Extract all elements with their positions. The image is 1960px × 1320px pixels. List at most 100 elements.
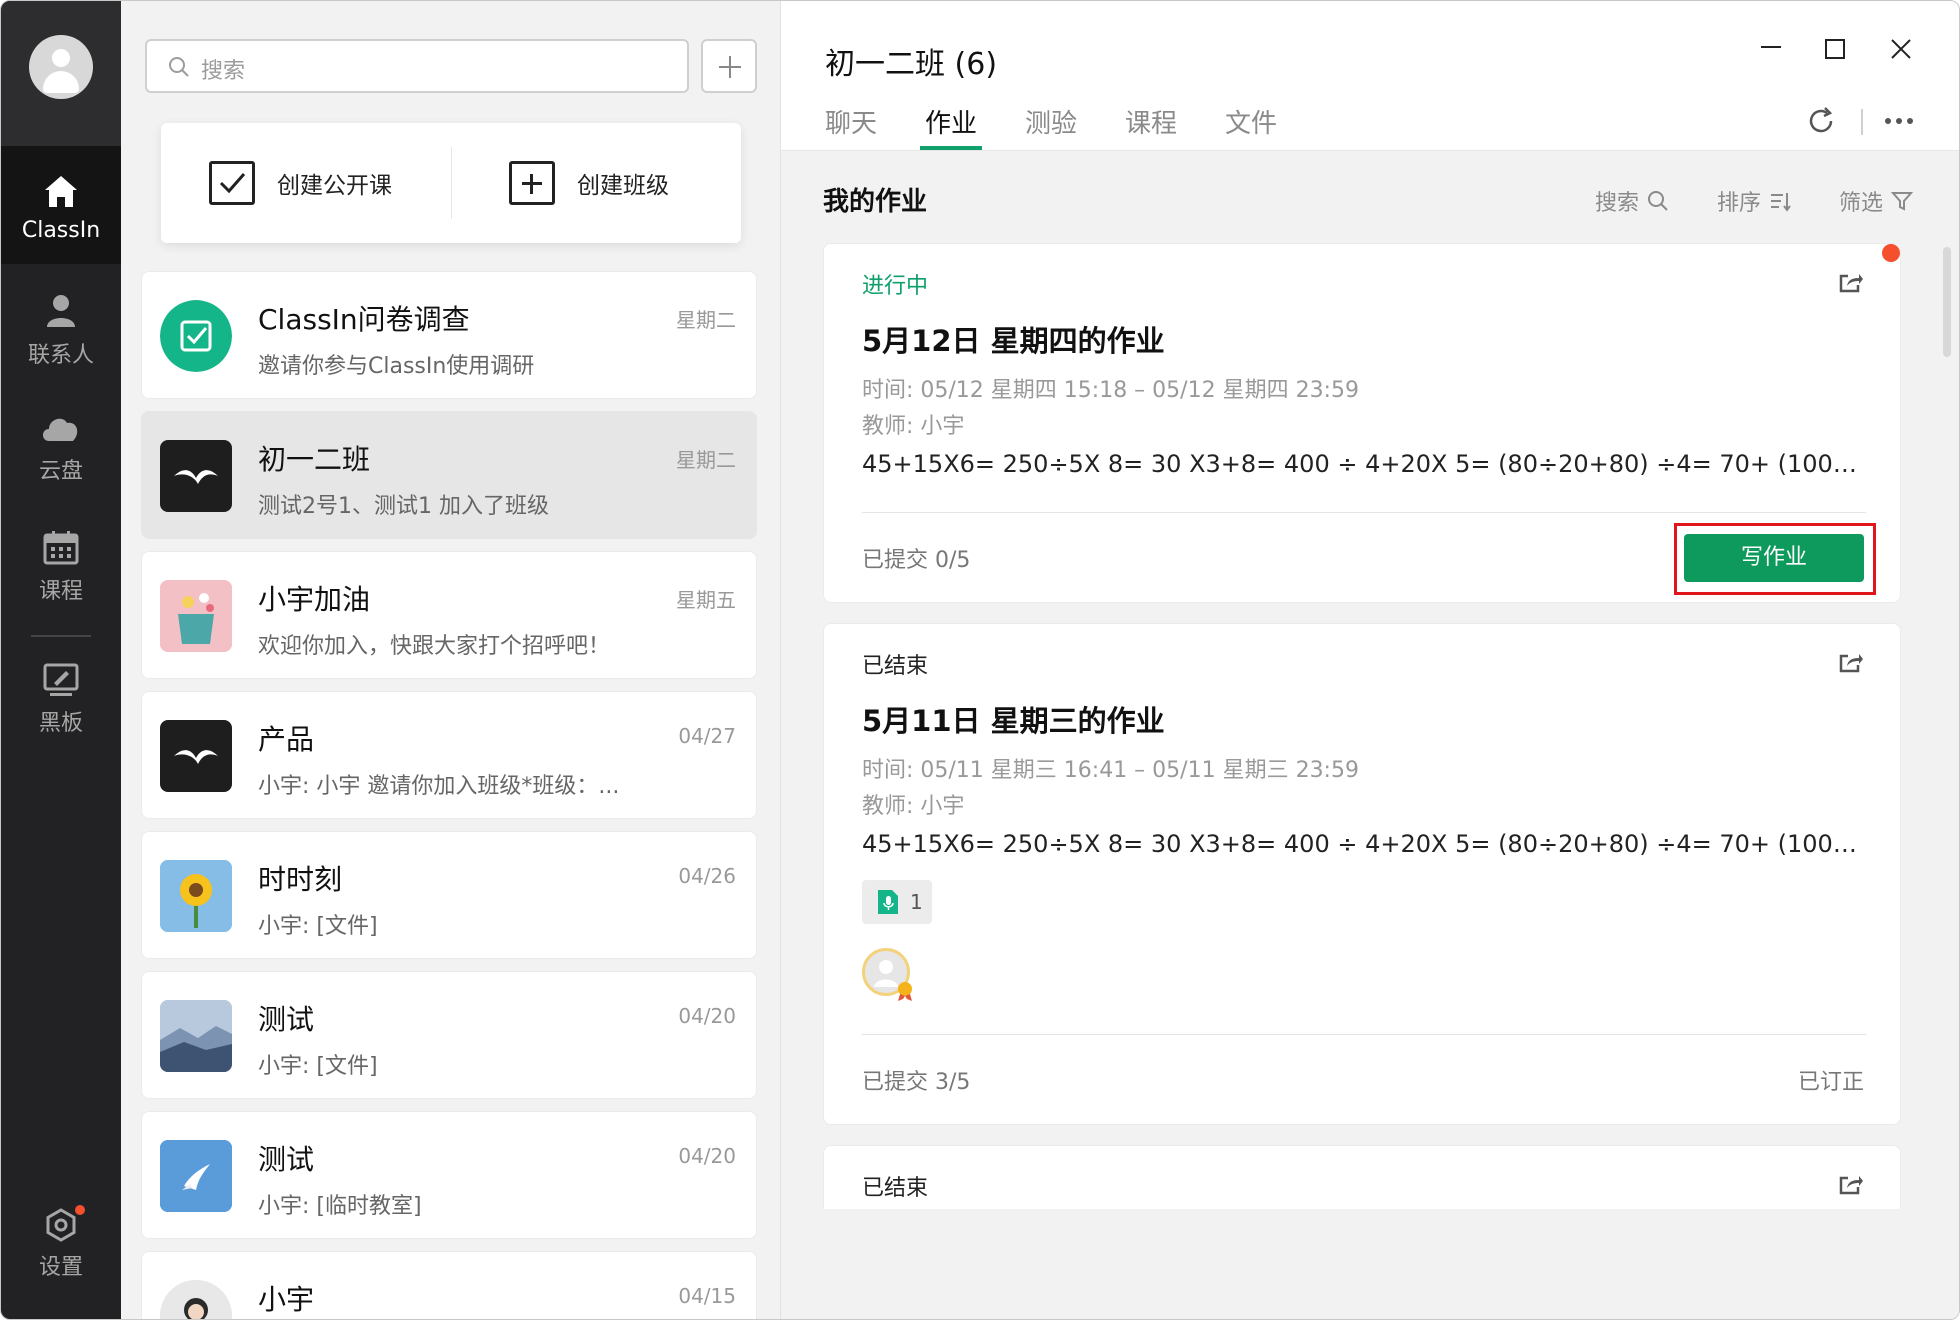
tab-quiz[interactable]: 测验 (1025, 103, 1077, 140)
homework-status: 已结束 (862, 1176, 929, 1201)
list-item[interactable]: 产品 小宇: 小宇 邀请你加入班级*班级：... 04/27 (141, 691, 757, 819)
nav-label-blackboard: 黑板 (38, 711, 83, 736)
homework-teacher: 教师: 小宇 (862, 414, 965, 439)
home-icon (45, 176, 77, 207)
sort-button[interactable]: 排序 (1717, 185, 1791, 217)
conversation-preview: 邀请你参与ClassIn使用调研 (258, 354, 535, 379)
list-item[interactable]: 小宇 04/15 (141, 1251, 757, 1319)
user-avatar[interactable] (29, 35, 93, 99)
nav-label-classin: ClassIn (21, 218, 101, 243)
add-button[interactable] (701, 39, 757, 93)
conversation-title: 测试 (258, 1003, 315, 1036)
homework-content: 45+15X6= 250÷5X 8= 30 X3+8= 400 ÷ 4+20X … (862, 450, 1866, 478)
homework-time: 时间: 05/11 星期三 16:41 – 05/11 星期三 23:59 (862, 758, 1359, 783)
create-class-button[interactable]: 创建班级 (509, 161, 669, 205)
section-title: 我的作业 (823, 187, 928, 217)
homework-search-button[interactable]: 搜索 (1595, 185, 1669, 217)
nav-item-contacts[interactable]: 联系人 (1, 281, 121, 399)
submission-count: 已提交 0/5 (862, 548, 971, 573)
conversation-preview: 小宇: [文件] (258, 914, 378, 939)
close-icon[interactable] (1881, 31, 1921, 71)
blackboard-icon (43, 663, 79, 696)
more-icon[interactable] (1883, 109, 1915, 133)
group-cup-avatar (160, 580, 232, 652)
homework-card[interactable]: 进行中 5月12日 星期四的作业 时间: 05/12 星期四 15:18 – 0… (823, 243, 1901, 603)
homework-title: 5月12日 星期四的作业 (862, 324, 1165, 358)
maximize-icon[interactable] (1815, 31, 1855, 71)
search-input[interactable]: 搜索 (145, 39, 689, 93)
survey-avatar (160, 300, 232, 372)
audio-attachment-chip[interactable]: 1 (862, 880, 932, 924)
share-icon[interactable] (1838, 1172, 1864, 1196)
create-public-course-button[interactable]: 创建公开课 (209, 161, 392, 205)
tab-chat[interactable]: 聊天 (825, 103, 877, 140)
list-item[interactable]: 小宇加油 欢迎你加入，快跟大家打个招呼吧！ 星期五 (141, 551, 757, 679)
tab-files[interactable]: 文件 (1225, 103, 1277, 140)
homework-card[interactable]: 已结束 5月11日 星期三的作业 时间: 05/11 星期三 16:41 – 0… (823, 623, 1901, 1125)
conversation-time: 04/27 (678, 724, 736, 748)
homework-card[interactable]: 已结束 (823, 1145, 1901, 1209)
homework-status: 已结束 (862, 654, 929, 679)
list-item[interactable]: 初一二班 测试2号1、测试1 加入了班级 星期二 (141, 411, 757, 539)
user-photo-avatar (160, 1280, 232, 1319)
conversation-time: 04/26 (678, 864, 736, 888)
conversation-time: 星期二 (676, 448, 736, 472)
create-class-label: 创建班级 (577, 173, 669, 199)
search-placeholder: 搜索 (201, 59, 246, 84)
sort-label: 排序 (1717, 191, 1762, 216)
mountain-avatar (160, 1000, 232, 1072)
cloud-icon (43, 418, 78, 441)
class-detail-pane: 初一二班 (6) 聊天 作业 测验 课程 文件 我的作业 搜索 排序 筛选 进行… (781, 1, 1959, 1319)
list-item[interactable]: 时时刻 小宇: [文件] 04/26 (141, 831, 757, 959)
tab-homework[interactable]: 作业 (925, 103, 977, 140)
conversation-preview: 小宇: [临时教室] (258, 1194, 422, 1219)
tab-courses[interactable]: 课程 (1125, 103, 1177, 140)
homework-time: 时间: 05/12 星期四 15:18 – 05/12 星期四 23:59 (862, 378, 1359, 403)
conversation-title: 初一二班 (258, 443, 371, 476)
create-public-course-label: 创建公开课 (277, 173, 392, 199)
list-item[interactable]: ClassIn问卷调查 邀请你参与ClassIn使用调研 星期二 (141, 271, 757, 399)
attachment-count: 1 (910, 890, 923, 914)
nav-item-classin[interactable]: ClassIn (1, 146, 121, 264)
nav-item-cloud[interactable]: 云盘 (1, 401, 121, 519)
nav-sidebar: ClassIn 联系人 云盘 课程 黑板 设置 (1, 1, 121, 1319)
share-icon[interactable] (1838, 270, 1864, 294)
plus-square-icon (509, 161, 555, 205)
bird-avatar (160, 1140, 232, 1212)
checkbox-icon (209, 161, 255, 205)
nav-label-settings: 设置 (38, 1255, 83, 1280)
active-tab-indicator (920, 146, 982, 150)
settings-notification-dot (75, 1205, 85, 1215)
homework-teacher: 教师: 小宇 (862, 794, 965, 819)
sort-icon (1771, 193, 1791, 212)
refresh-icon[interactable] (1805, 105, 1837, 137)
classin-logo-avatar (160, 720, 232, 792)
nav-item-blackboard[interactable]: 黑板 (1, 653, 121, 771)
quick-actions-card: 创建公开课 创建班级 (161, 123, 741, 243)
audio-file-icon (878, 890, 898, 914)
minimize-icon[interactable] (1751, 31, 1791, 71)
conversation-title: 时时刻 (258, 863, 343, 896)
card-divider (862, 1034, 1866, 1035)
class-title: 初一二班 (6) (825, 47, 998, 82)
filter-button[interactable]: 筛选 (1839, 185, 1914, 217)
nav-label-cloud: 云盘 (38, 459, 83, 484)
conversation-preview: 测试2号1、测试1 加入了班级 (258, 494, 549, 519)
search-label: 搜索 (1595, 191, 1640, 216)
conversation-title: 测试 (258, 1143, 315, 1176)
nav-item-courses[interactable]: 课程 (1, 521, 121, 639)
nav-label-contacts: 联系人 (27, 343, 94, 368)
header-divider (1861, 109, 1863, 135)
search-icon (169, 57, 189, 77)
nav-item-settings[interactable]: 设置 (1, 1201, 121, 1319)
scrollbar[interactable] (1943, 247, 1951, 357)
conversation-time: 04/20 (678, 1004, 736, 1028)
card-divider (862, 512, 1866, 513)
homework-content: 45+15X6= 250÷5X 8= 30 X3+8= 400 ÷ 4+20X … (862, 830, 1866, 858)
conversation-preview: 小宇: 小宇 邀请你加入班级*班级：... (258, 774, 620, 799)
submission-count: 已提交 3/5 (862, 1070, 971, 1095)
share-icon[interactable] (1838, 650, 1864, 674)
list-item[interactable]: 测试 小宇: [临时教室] 04/20 (141, 1111, 757, 1239)
list-item[interactable]: 测试 小宇: [文件] 04/20 (141, 971, 757, 1099)
class-header: 初一二班 (6) 聊天 作业 测验 课程 文件 (781, 1, 1959, 151)
